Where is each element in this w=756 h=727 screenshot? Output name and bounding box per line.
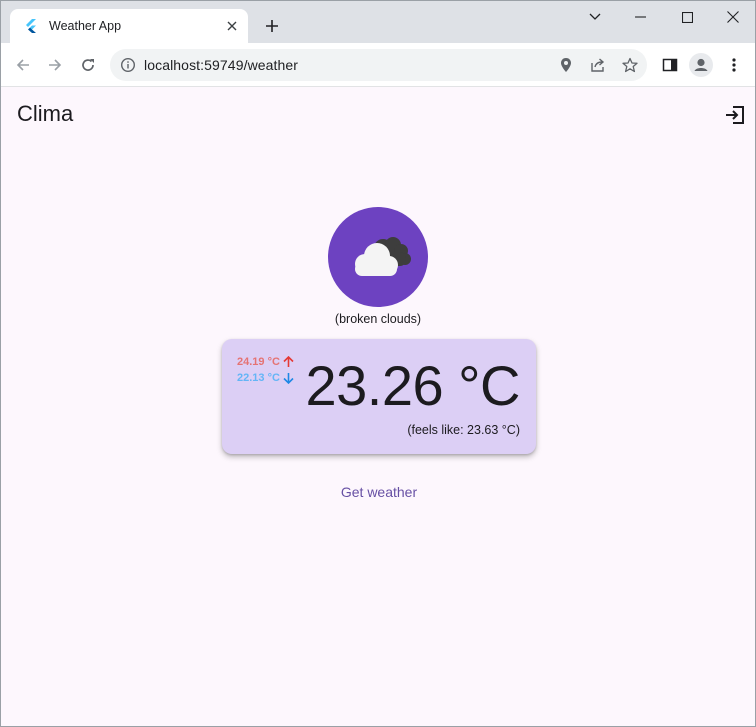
browser-window: Weather App localhost:59749/weather Clim… — [0, 0, 756, 727]
tab-strip: Weather App — [1, 1, 755, 43]
temperature-card: 24.19 °C 22.13 °C 23.26 °C (feels like: … — [222, 339, 536, 454]
location-icon[interactable] — [556, 55, 576, 75]
profile-avatar-icon[interactable] — [689, 53, 713, 77]
browser-toolbar: localhost:59749/weather — [1, 43, 755, 87]
address-bar[interactable]: localhost:59749/weather — [110, 49, 647, 81]
min-temperature: 22.13 °C — [237, 372, 294, 384]
feels-like-temperature: (feels like: 23.63 °C) — [407, 423, 520, 437]
current-temperature: 23.26 °C — [305, 354, 520, 417]
bookmark-star-icon[interactable] — [620, 55, 640, 75]
browser-menu-icon[interactable] — [722, 53, 746, 77]
arrow-up-icon — [283, 356, 294, 367]
flutter-icon — [23, 18, 39, 34]
logout-icon[interactable] — [723, 103, 747, 127]
app-title: Clima — [17, 101, 74, 126]
site-info-icon[interactable] — [118, 55, 138, 75]
app-page: Clima (broken clouds) 24.19 °C 22.13 °C … — [1, 87, 755, 726]
reload-icon[interactable] — [74, 51, 102, 79]
side-panel-icon[interactable] — [658, 53, 682, 77]
broken-clouds-icon — [328, 207, 428, 307]
minimize-icon[interactable] — [618, 1, 664, 33]
share-icon[interactable] — [588, 55, 608, 75]
get-weather-button[interactable]: Get weather — [328, 475, 430, 509]
arrow-down-icon — [283, 373, 294, 384]
forward-icon[interactable] — [41, 51, 69, 79]
close-window-icon[interactable] — [710, 1, 755, 33]
tab-search-icon[interactable] — [572, 1, 618, 33]
max-temperature: 24.19 °C — [237, 356, 294, 368]
new-tab-icon[interactable] — [260, 14, 284, 38]
url-text: localhost:59749/weather — [144, 57, 299, 73]
close-tab-icon[interactable] — [222, 16, 242, 36]
weather-description: (broken clouds) — [334, 312, 422, 326]
tab-title: Weather App — [49, 19, 122, 33]
max-temperature-value: 24.19 °C — [237, 356, 280, 368]
tab-weather-app[interactable]: Weather App — [10, 9, 248, 43]
maximize-icon[interactable] — [664, 1, 710, 33]
min-temperature-value: 22.13 °C — [237, 372, 280, 384]
back-icon[interactable] — [9, 51, 37, 79]
